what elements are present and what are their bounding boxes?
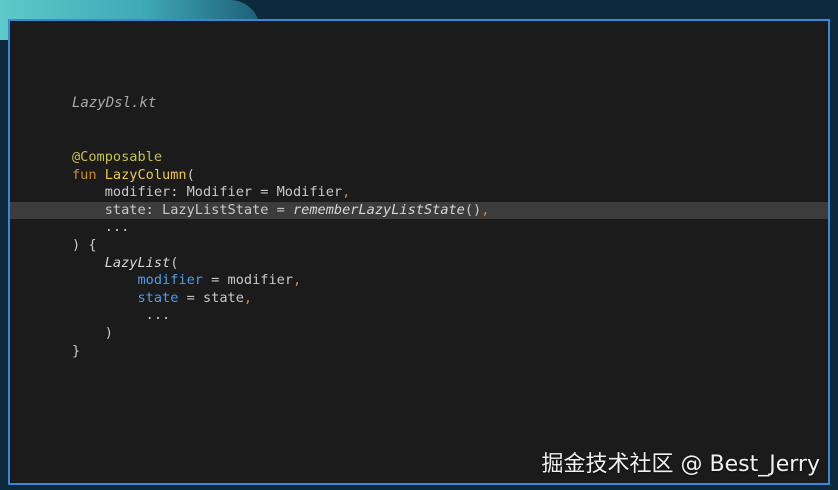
paren-open: ( (170, 254, 179, 271)
code-line-12: } (10, 343, 828, 361)
parens: () (464, 201, 482, 218)
file-name: LazyDsl.kt (72, 95, 157, 111)
comma: , (243, 289, 253, 306)
code-block: @Composable fun LazyColumn( modifier: Mo… (10, 149, 828, 360)
code-line-2: fun LazyColumn( (10, 167, 828, 185)
code-line-1: @Composable (10, 149, 828, 167)
param-name: state (104, 201, 146, 218)
argument-value: state (202, 289, 244, 306)
equals: = (202, 272, 228, 289)
ellipsis: ... (145, 307, 171, 324)
annotation: @Composable (72, 149, 163, 165)
function-name: LazyColumn (104, 166, 187, 183)
code-line-6: ) { (10, 237, 828, 255)
comma: , (481, 201, 490, 218)
comma: , (293, 272, 302, 289)
function-call: rememberLazyListState (293, 201, 465, 218)
code-line-11: ) (10, 325, 828, 343)
closing: } (72, 342, 81, 359)
code-line-3: modifier: Modifier = Modifier, (10, 184, 828, 202)
param-type: : LazyListState = (145, 201, 293, 218)
keyword: fun (72, 166, 97, 183)
function-call: LazyList (104, 254, 171, 271)
code-line-7: LazyList( (10, 255, 828, 273)
code-line-4-highlighted: state: LazyListState = rememberLazyListS… (10, 201, 828, 220)
argument-value: modifier (227, 272, 294, 289)
closing: ) { (72, 236, 97, 253)
closing: ) (104, 324, 113, 341)
param-type: : Modifier = Modifier (170, 184, 343, 201)
equals: = (178, 289, 203, 306)
code-line-5: ... (10, 219, 828, 237)
ellipsis: ... (104, 219, 130, 236)
param-name: modifier (104, 184, 171, 201)
code-editor-panel: LazyDsl.kt @Composable fun LazyColumn( m… (8, 19, 830, 485)
code-line-10: ... (10, 307, 828, 325)
watermark: 掘金技术社区 @ Best_Jerry (541, 452, 820, 477)
comma: , (342, 184, 351, 201)
paren-open: ( (186, 166, 195, 183)
named-argument: modifier (137, 272, 203, 289)
code-line-9: state = state, (10, 290, 828, 308)
code-line-8: modifier = modifier, (10, 272, 828, 290)
named-argument: state (137, 289, 179, 306)
